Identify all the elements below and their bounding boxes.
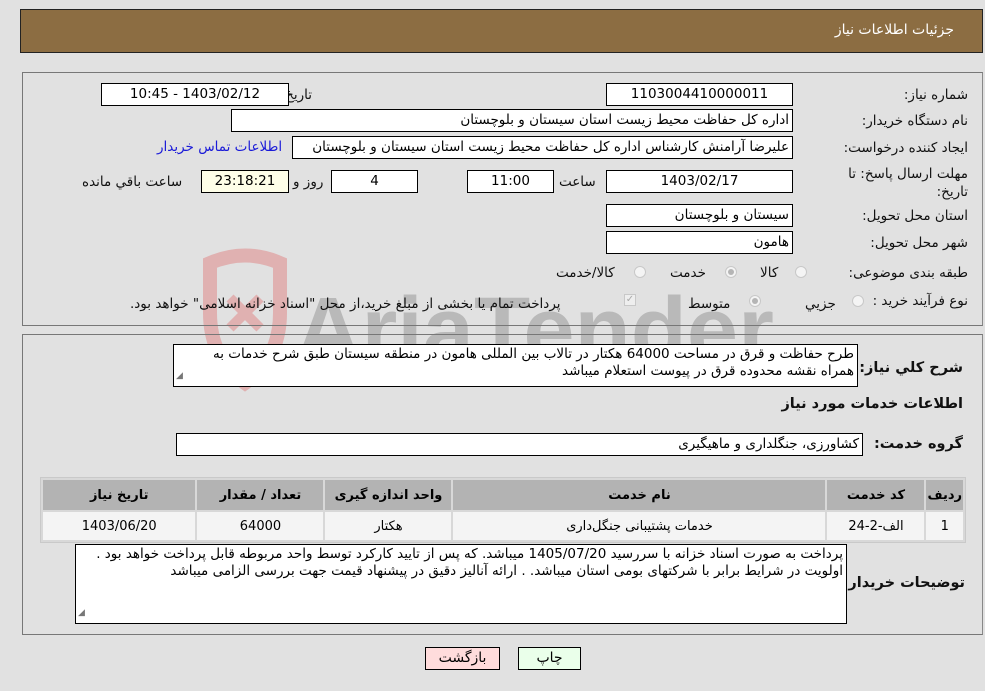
deadline-time-label: ساعت bbox=[559, 174, 596, 190]
cell-service-name: خدمات پشتیبانی جنگل‌داری bbox=[453, 512, 826, 540]
days-label: روز و bbox=[293, 174, 324, 190]
page-title: جزئیات اطلاعات نیاز bbox=[834, 22, 954, 38]
remaining-days-field: 4 bbox=[331, 170, 418, 193]
remaining-time-label: ساعت باقي مانده bbox=[82, 174, 183, 190]
column-header-need-date: تاریخ نیاز bbox=[43, 480, 196, 510]
print-button[interactable]: چاپ bbox=[518, 647, 581, 670]
category-option-service: خدمت bbox=[670, 265, 706, 281]
buyer-notes-textarea[interactable]: پرداخت به صورت اسناد خزانه با سررسید 140… bbox=[75, 544, 847, 624]
city-field: هامون bbox=[606, 231, 793, 254]
requester-field: علیرضا آرامنش کارشناس اداره کل حفاظت محی… bbox=[292, 136, 793, 159]
deadline-date-field: 1403/02/17 bbox=[606, 170, 793, 193]
column-header-service-name: نام خدمت bbox=[453, 480, 826, 510]
category-radio-service[interactable] bbox=[725, 266, 737, 278]
category-label: طبقه بندی موضوعی: bbox=[848, 265, 968, 281]
buyer-contact-link[interactable]: اطلاعات تماس خریدار bbox=[157, 139, 282, 155]
table-header-row: ردیف کد خدمت نام خدمت واحد اندازه گیری ت… bbox=[43, 480, 963, 510]
treasury-checkbox-label: پرداخت تمام یا بخشی از مبلغ خرید،از محل … bbox=[130, 296, 561, 312]
description-text: طرح حفاظت و قرق در مساحت 64000 هکتار در … bbox=[212, 346, 854, 379]
cell-need-date: 1403/06/20 bbox=[43, 512, 196, 540]
purchase-type-radio-medium[interactable] bbox=[749, 295, 761, 307]
back-button[interactable]: بازگشت bbox=[425, 647, 500, 670]
resize-grip-icon[interactable]: ◢ bbox=[78, 605, 85, 622]
category-option-goods: کالا bbox=[760, 265, 779, 281]
cell-service-code: الف-2-24 bbox=[827, 512, 925, 540]
deadline-label: مهلت ارسال پاسخ: تا تاریخ: bbox=[848, 166, 968, 200]
description-label: شرح كلي نياز: bbox=[859, 360, 963, 376]
service-group-field: کشاورزی، جنگلداری و ماهیگیری bbox=[176, 433, 863, 456]
province-label: استان محل تحویل: bbox=[862, 208, 968, 224]
buyer-org-label: نام دستگاه خریدار: bbox=[861, 113, 968, 129]
treasury-checkbox[interactable]: ✓ bbox=[624, 294, 636, 306]
description-textarea[interactable]: طرح حفاظت و قرق در مساحت 64000 هکتار در … bbox=[173, 344, 858, 387]
services-table: ردیف کد خدمت نام خدمت واحد اندازه گیری ت… bbox=[40, 477, 966, 543]
category-option-goods-service: کالا/خدمت bbox=[556, 265, 615, 281]
province-field: سیستان و بلوچستان bbox=[606, 204, 793, 227]
category-radio-goods[interactable] bbox=[795, 266, 807, 278]
table-row: 1 الف-2-24 خدمات پشتیبانی جنگل‌داری هکتا… bbox=[43, 512, 963, 540]
category-radio-goods-service[interactable] bbox=[634, 266, 646, 278]
column-header-unit: واحد اندازه گیری bbox=[325, 480, 452, 510]
column-header-quantity: تعداد / مقدار bbox=[197, 480, 324, 510]
city-label: شهر محل تحویل: bbox=[870, 235, 968, 251]
cell-row-number: 1 bbox=[926, 512, 963, 540]
service-group-label: گروه خدمت: bbox=[873, 436, 963, 452]
need-number-label: شماره نیاز: bbox=[903, 87, 968, 103]
need-number-field: 1103004410000011 bbox=[606, 83, 793, 106]
column-header-row-number: ردیف bbox=[926, 480, 963, 510]
purchase-type-label: نوع فرآیند خرید : bbox=[872, 293, 968, 309]
cell-unit: هکتار bbox=[325, 512, 452, 540]
services-section-title: اطلاعات خدمات مورد نیاز bbox=[781, 396, 963, 412]
remaining-time-field: 23:18:21 bbox=[201, 170, 289, 193]
buyer-notes-text: پرداخت به صورت اسناد خزانه با سررسید 140… bbox=[96, 546, 843, 579]
requester-label: ایجاد کننده درخواست: bbox=[843, 140, 968, 156]
buyer-notes-label: توضیحات خریدار: bbox=[842, 575, 965, 591]
resize-grip-icon[interactable]: ◢ bbox=[176, 368, 183, 385]
announce-datetime-field: 1403/02/12 - 10:45 bbox=[101, 83, 289, 106]
column-header-service-code: کد خدمت bbox=[827, 480, 925, 510]
page-header: جزئیات اطلاعات نیاز bbox=[20, 9, 983, 53]
cell-quantity: 64000 bbox=[197, 512, 324, 540]
purchase-type-radio-minor[interactable] bbox=[852, 295, 864, 307]
purchase-type-option-minor: جزيي bbox=[805, 296, 836, 312]
deadline-time-field: 11:00 bbox=[467, 170, 554, 193]
buyer-org-field: اداره کل حفاظت محیط زیست استان سیستان و … bbox=[231, 109, 793, 132]
purchase-type-option-medium: متوسط bbox=[688, 296, 731, 312]
